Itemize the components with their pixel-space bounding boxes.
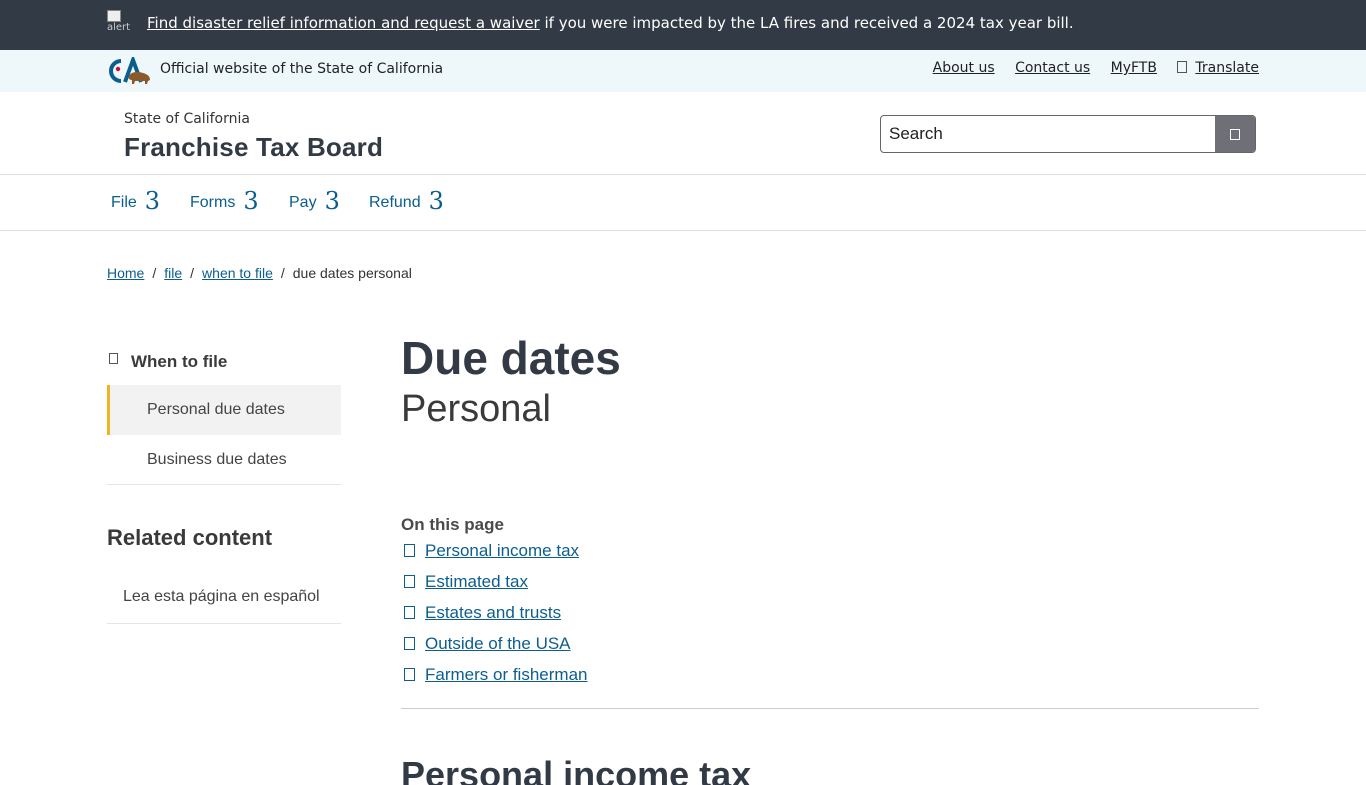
side-nav-heading-label: When to file (131, 352, 228, 371)
about-us-link[interactable]: About us (933, 60, 995, 76)
site-branding: State of California Franchise Tax Board (0, 92, 1366, 175)
list-item: Outside of the USA (401, 634, 1259, 665)
breadcrumb-separator: / (280, 265, 285, 281)
breadcrumb-current: due dates personal (292, 265, 412, 281)
chevron-down-icon: 3 (428, 187, 444, 215)
ca-logo-icon[interactable] (107, 57, 151, 85)
contact-us-link[interactable]: Contact us (1015, 60, 1090, 76)
page-title: Due dates (401, 332, 621, 384)
disaster-relief-link[interactable]: Find disaster relief information and req… (147, 14, 540, 32)
chevron-down-icon: 3 (324, 187, 340, 215)
search-button[interactable] (1215, 116, 1255, 152)
nav-refund[interactable]: Refund 3 (369, 187, 444, 215)
side-navigation: When to file Personal due dates Business… (107, 340, 341, 624)
anchor-icon (404, 637, 415, 650)
main-navigation: File 3 Forms 3 Pay 3 Refund 3 (0, 175, 1366, 231)
breadcrumb-when-to-file[interactable]: when to file (202, 265, 273, 281)
nav-pay[interactable]: Pay 3 (289, 187, 340, 215)
search-input[interactable] (881, 116, 1217, 152)
myftb-link[interactable]: MyFTB (1111, 60, 1157, 76)
chevron-down-icon: 3 (144, 187, 161, 215)
nav-file-label: File (111, 194, 137, 211)
anchor-icon (404, 606, 415, 619)
collapse-icon (109, 353, 118, 364)
nav-pay-label: Pay (289, 194, 317, 211)
related-content-heading: Related content (107, 525, 273, 550)
brand-title[interactable]: Franchise Tax Board (124, 132, 383, 163)
side-nav-heading[interactable]: When to file (107, 340, 341, 385)
breadcrumb: Home / file / when to file / due dates persona… (107, 265, 412, 281)
alert-banner: alert Find disaster relief information a… (0, 0, 1366, 50)
nav-forms[interactable]: Forms 3 (190, 187, 259, 215)
anchor-icon (404, 575, 415, 588)
side-item-personal-due-dates[interactable]: Personal due dates (107, 385, 341, 435)
alert-icon: alert (107, 10, 135, 37)
list-item: Estimated tax (401, 572, 1259, 603)
globe-icon (1177, 61, 1188, 73)
translate-label: Translate (1195, 60, 1259, 76)
utility-links: About us Contact us MyFTB Translate (917, 60, 1259, 76)
anchor-farmers-fisherman[interactable]: Farmers or fisherman (425, 665, 587, 684)
breadcrumb-file[interactable]: file (164, 265, 182, 281)
anchor-outside-usa[interactable]: Outside of the USA (425, 634, 571, 653)
search-form (880, 115, 1256, 153)
breadcrumb-separator: / (190, 265, 195, 281)
breadcrumb-separator: / (152, 265, 157, 281)
anchor-estates-and-trusts[interactable]: Estates and trusts (425, 603, 561, 622)
alert-text: if you were impacted by the LA fires and… (539, 14, 1074, 32)
main-content: Due dates Personal On this page Personal… (401, 330, 1259, 785)
brand-state-label: State of California (124, 111, 250, 127)
nav-refund-label: Refund (369, 194, 421, 211)
list-item: Estates and trusts (401, 603, 1259, 634)
anchor-personal-income-tax[interactable]: Personal income tax (425, 541, 579, 560)
official-website-text: Official website of the State of Califor… (160, 61, 444, 77)
nav-forms-label: Forms (190, 194, 236, 211)
section-divider (401, 708, 1259, 709)
section-heading-personal-income-tax: Personal income tax (401, 755, 752, 785)
nav-file[interactable]: File 3 (111, 187, 160, 215)
side-item-business-due-dates[interactable]: Business due dates (107, 435, 341, 485)
on-this-page-list: Personal income tax Estimated tax Estate… (401, 541, 1259, 696)
list-item: Personal income tax (401, 541, 1259, 572)
anchor-icon (404, 668, 415, 681)
on-this-page-heading: On this page (401, 515, 504, 534)
breadcrumb-home[interactable]: Home (107, 265, 144, 281)
related-item-spanish[interactable]: Lea esta página en español (107, 574, 341, 624)
chevron-down-icon: 3 (243, 187, 259, 215)
anchor-icon (404, 544, 415, 557)
utility-header: Official website of the State of Califor… (0, 50, 1366, 92)
search-icon (1230, 128, 1240, 140)
anchor-estimated-tax[interactable]: Estimated tax (425, 572, 528, 591)
list-item: Farmers or fisherman (401, 665, 1259, 696)
translate-link[interactable]: Translate (1177, 60, 1259, 76)
page-subtitle: Personal (401, 388, 551, 430)
alert-message: Find disaster relief information and req… (147, 14, 1074, 32)
